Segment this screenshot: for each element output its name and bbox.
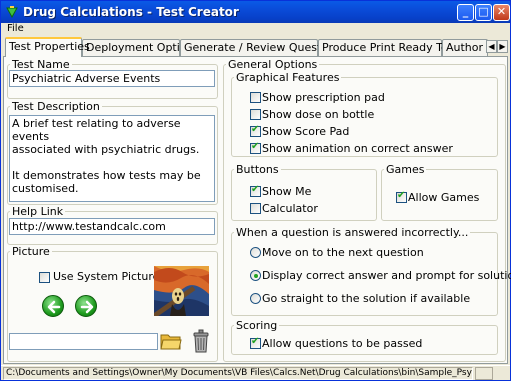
picture-path-input[interactable]	[9, 333, 158, 350]
tab-strip: Test Properties Deployment Options Gener…	[3, 37, 508, 57]
show-score-pad-label: Show Score Pad	[262, 125, 350, 138]
graphical-features-legend: Graphical Features	[236, 71, 340, 84]
tab-generate-review-questions[interactable]: Generate / Review Questions	[180, 39, 344, 56]
window-title: Drug Calculations - Test Creator	[23, 5, 239, 19]
tab-test-properties[interactable]: Test Properties	[5, 37, 90, 57]
minimize-button[interactable]: _	[457, 4, 474, 21]
picture-legend: Picture	[12, 245, 50, 258]
maximize-button[interactable]: □	[475, 4, 492, 21]
scoring-legend: Scoring	[236, 319, 278, 332]
use-system-picture-checkbox[interactable]	[39, 272, 50, 283]
tab-scroll-right-button[interactable]: ▶	[497, 40, 508, 53]
display-correct-answer-radio[interactable]	[250, 270, 261, 281]
allow-games-checkbox[interactable]	[396, 190, 407, 203]
allow-games-label: Allow Games	[408, 191, 480, 204]
test-properties-panel: Test Name Psychiatric Adverse Events Tes…	[3, 56, 511, 364]
help-link-legend: Help Link	[12, 205, 64, 218]
tab-scroll-left-button[interactable]: ◀	[486, 40, 497, 53]
show-me-label: Show Me	[262, 185, 312, 198]
show-prescription-pad-checkbox[interactable]	[250, 92, 261, 103]
application-window: Drug Calculations - Test Creator _ □ ✕ F…	[0, 0, 511, 381]
show-animation-checkbox[interactable]	[250, 141, 261, 154]
close-button[interactable]: ✕	[493, 4, 510, 21]
folder-icon[interactable]	[160, 331, 182, 354]
show-dose-on-bottle-label: Show dose on bottle	[262, 108, 375, 121]
move-on-radio[interactable]	[250, 247, 261, 258]
show-dose-on-bottle-checkbox[interactable]	[250, 109, 261, 120]
test-description-textarea[interactable]: A brief test relating to adverse events …	[9, 115, 215, 202]
arrow-left-icon	[47, 300, 61, 314]
display-correct-answer-label: Display correct answer and prompt for so…	[262, 269, 511, 282]
show-prescription-pad-label: Show prescription pad	[262, 91, 385, 104]
use-system-picture-label: Use System Picture	[53, 270, 160, 283]
picture-thumbnail	[154, 266, 209, 316]
previous-picture-button[interactable]	[42, 295, 64, 317]
general-options-legend: General Options	[228, 58, 318, 71]
allow-pass-checkbox[interactable]	[250, 336, 261, 349]
tab-produce-print-ready-test[interactable]: Produce Print Ready Test	[318, 39, 458, 56]
calculator-checkbox[interactable]	[250, 203, 261, 214]
allow-pass-label: Allow questions to be passed	[262, 337, 423, 350]
status-file-path: C:\Documents and Settings\Owner\My Docum…	[3, 367, 473, 380]
test-description-legend: Test Description	[12, 100, 100, 113]
next-picture-button[interactable]	[75, 295, 97, 317]
arrow-right-icon	[80, 300, 94, 314]
help-link-input[interactable]: http://www.testandcalc.com	[9, 218, 215, 235]
go-to-solution-radio[interactable]	[250, 293, 261, 304]
move-on-label: Move on to the next question	[262, 246, 424, 259]
status-secondary-pane	[475, 367, 493, 380]
title-bar[interactable]: Drug Calculations - Test Creator _ □ ✕	[1, 1, 510, 23]
tab-deployment-options[interactable]: Deployment Options	[82, 39, 199, 56]
menu-file[interactable]: File	[7, 23, 24, 34]
show-me-checkbox[interactable]	[250, 184, 261, 197]
calculator-label: Calculator	[262, 202, 318, 215]
games-legend: Games	[386, 163, 425, 176]
test-name-input[interactable]: Psychiatric Adverse Events	[9, 70, 215, 87]
tab-author-details[interactable]: Author D	[442, 39, 488, 56]
incorrect-answer-legend: When a question is answered incorrectly.…	[236, 226, 469, 239]
buttons-legend: Buttons	[236, 163, 279, 176]
show-animation-label: Show animation on correct answer	[262, 142, 453, 155]
go-to-solution-label: Go straight to the solution if available	[262, 292, 471, 305]
app-icon	[5, 5, 19, 19]
status-bar: C:\Documents and Settings\Owner\My Docum…	[1, 365, 510, 380]
show-score-pad-checkbox[interactable]	[250, 124, 261, 137]
trash-icon[interactable]	[192, 329, 210, 356]
menu-bar: File	[1, 23, 510, 36]
